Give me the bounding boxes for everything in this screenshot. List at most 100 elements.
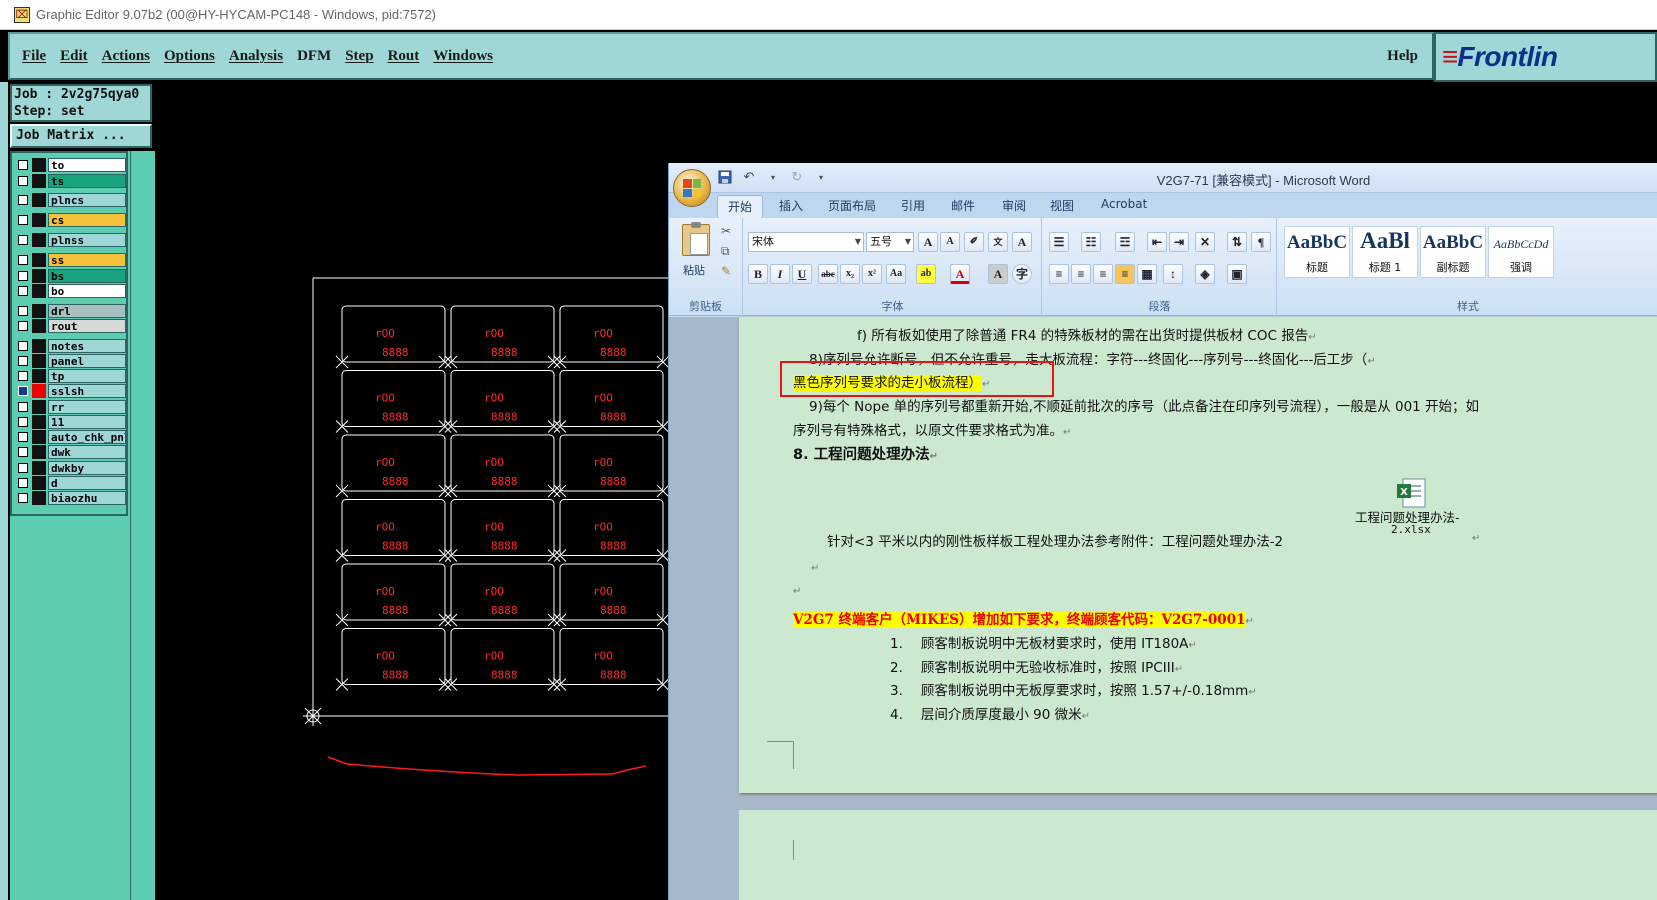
font-name-combo[interactable]: 宋体 ▼ [748,232,864,252]
distribute-icon[interactable]: ▦ [1137,264,1157,284]
tab-mailings[interactable]: 邮件 [951,197,975,214]
layer-color-swatch[interactable] [32,319,46,333]
layer-checkbox[interactable] [18,432,28,442]
layer-color-swatch[interactable] [32,158,46,172]
layer-row-dwk[interactable]: dwk [14,445,126,459]
tab-page-layout[interactable]: 页面布局 [828,197,876,214]
tab-review[interactable]: 审阅 [1002,197,1026,214]
numbering-icon[interactable]: ☷ [1081,232,1101,252]
layer-color-swatch[interactable] [32,339,46,353]
layer-row-d[interactable]: d [14,476,126,490]
layer-color-swatch[interactable] [32,193,46,207]
layer-checkbox[interactable] [18,463,28,473]
layer-row-bs[interactable]: bs [14,269,126,283]
menu-dfm[interactable]: DFM [297,48,331,65]
layer-color-swatch[interactable] [32,233,46,247]
layer-checkbox[interactable] [18,286,28,296]
borders-icon[interactable]: ▣ [1227,264,1247,284]
char-shading-icon[interactable]: A [988,264,1008,284]
document-area[interactable]: f) 所有板如使用了除普通 FR4 的特殊板材的需在出货时提供板材 COC 报告… [669,317,1657,900]
highlight-icon[interactable]: ab [916,264,936,284]
font-size-combo[interactable]: 五号 ▼ [866,232,914,252]
layer-color-swatch[interactable] [32,461,46,475]
style-emphasis[interactable]: AaBbCcDd 强调 [1488,226,1554,278]
style-subtitle[interactable]: AaBbC 副标题 [1420,226,1486,278]
layer-name[interactable]: biaozhu [48,491,126,505]
document-page[interactable]: f) 所有板如使用了除普通 FR4 的特殊板材的需在出货时提供板材 COC 报告… [739,317,1657,793]
layer-color-swatch[interactable] [32,174,46,188]
layer-color-swatch[interactable] [32,354,46,368]
layer-checkbox[interactable] [18,306,28,316]
tab-insert[interactable]: 插入 [779,197,803,214]
bullets-icon[interactable]: ☰ [1049,232,1069,252]
layer-name[interactable]: notes [48,339,126,353]
layer-name[interactable]: 11 [48,415,126,429]
menu-rout[interactable]: Rout [388,48,420,65]
layer-color-swatch[interactable] [32,213,46,227]
layer-checkbox[interactable] [18,235,28,245]
layer-name[interactable]: bo [48,284,126,298]
menu-step[interactable]: Step [345,48,373,65]
layer-color-swatch[interactable] [32,253,46,267]
layer-color-swatch[interactable] [32,430,46,444]
menu-help[interactable]: Help [1387,48,1418,65]
layer-name[interactable]: d [48,476,126,490]
layer-row-dwkby[interactable]: dwkby [14,461,126,475]
layer-checkbox[interactable] [18,195,28,205]
layer-row-panel[interactable]: panel [14,354,126,368]
layer-name[interactable]: ss [48,253,126,267]
layer-name[interactable]: plncs [48,193,126,207]
layer-color-swatch[interactable] [32,384,46,398]
layer-name[interactable]: to [48,158,126,172]
superscript-icon[interactable]: x² [862,264,882,284]
subscript-icon[interactable]: x₂ [840,264,860,284]
layer-row-auto-chk-pnl[interactable]: auto_chk_pnl [14,430,126,444]
show-marks-icon[interactable]: ¶ [1251,232,1271,252]
align-center-icon[interactable]: ≡ [1071,264,1091,284]
align-right-icon[interactable]: ≡ [1093,264,1113,284]
paste-button[interactable]: 粘贴 [683,262,705,278]
layer-row-cs[interactable]: cs [14,213,126,227]
layer-row-drl[interactable]: drl [14,304,126,318]
enclose-char-icon[interactable]: 字 [1012,264,1032,284]
layer-checkbox[interactable] [18,356,28,366]
menu-windows[interactable]: Windows [433,48,493,65]
grow-font-icon[interactable]: A [918,232,938,252]
layer-name[interactable]: cs [48,213,126,227]
line-spacing-icon[interactable]: ↕ [1163,264,1183,284]
layer-checkbox[interactable] [18,386,28,396]
layer-color-swatch[interactable] [32,491,46,505]
layer-color-swatch[interactable] [32,284,46,298]
layer-row-ss[interactable]: ss [14,253,126,267]
layer-row-rout[interactable]: rout [14,319,126,333]
layer-checkbox[interactable] [18,478,28,488]
layer-color-swatch[interactable] [32,445,46,459]
layer-color-swatch[interactable] [32,400,46,414]
layer-checkbox[interactable] [18,215,28,225]
layer-name[interactable]: bs [48,269,126,283]
format-painter-icon[interactable]: ✎ [721,264,731,278]
shading-icon[interactable]: ◈ [1195,264,1215,284]
layer-checkbox[interactable] [18,271,28,281]
font-color-icon[interactable]: A [950,264,970,284]
tab-home[interactable]: 开始 [717,195,764,218]
layer-color-swatch[interactable] [32,304,46,318]
strikethrough-icon[interactable]: abc [818,264,838,284]
align-left-icon[interactable]: ≡ [1049,264,1069,284]
justify-icon[interactable]: ≡ [1115,264,1135,284]
layer-name[interactable]: plnss [48,233,126,247]
layer-row-ts[interactable]: ts [14,174,126,188]
copy-icon[interactable]: ⧉ [721,244,730,259]
bold-icon[interactable]: B [748,264,768,284]
clear-format-icon[interactable]: ✐ [964,232,984,252]
office-button[interactable] [673,169,711,207]
layer-name[interactable]: auto_chk_pnl [48,430,126,444]
layer-checkbox[interactable] [18,447,28,457]
layer-color-swatch[interactable] [32,415,46,429]
tab-references[interactable]: 引用 [901,197,925,214]
multilevel-list-icon[interactable]: ☲ [1115,232,1135,252]
italic-icon[interactable]: I [770,264,790,284]
layer-name[interactable]: tp [48,369,126,383]
layer-row-11[interactable]: 11 [14,415,126,429]
layer-checkbox[interactable] [18,321,28,331]
